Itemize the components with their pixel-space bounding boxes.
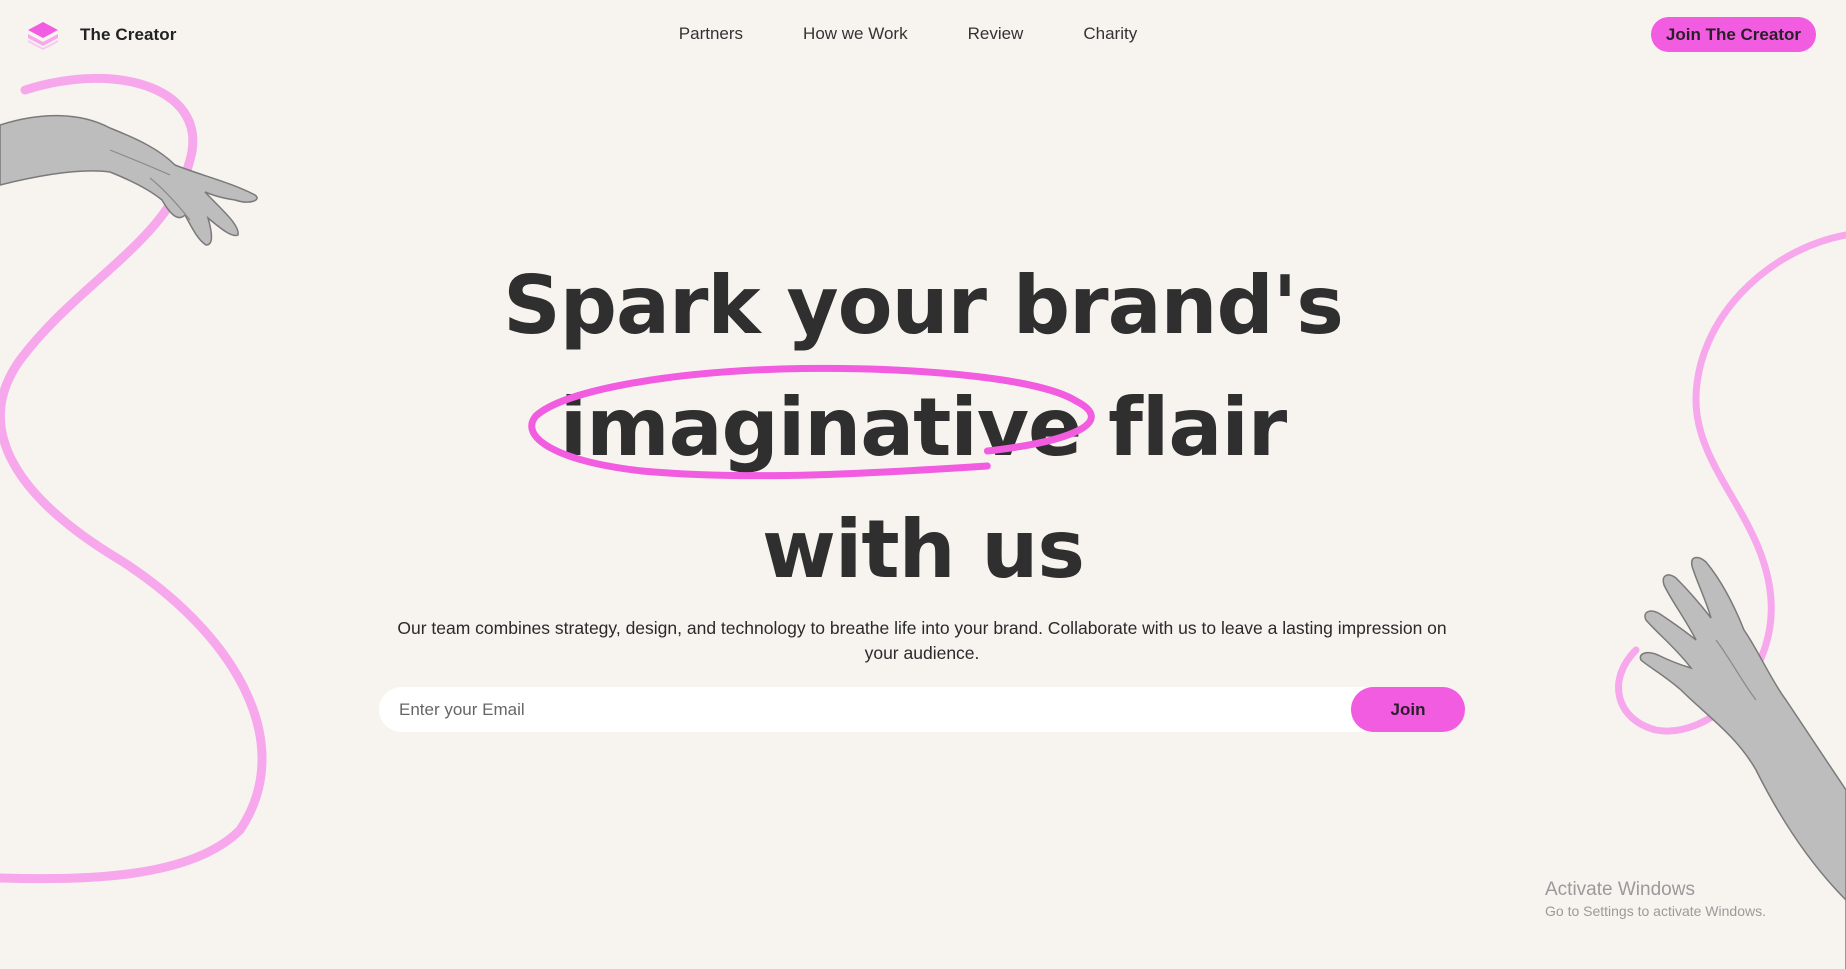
watermark-subtitle: Go to Settings to activate Windows.: [1545, 903, 1766, 919]
headline-line-1: Spark your brand's: [503, 259, 1344, 352]
nav-item-partners[interactable]: Partners: [679, 22, 743, 46]
highlight-word: imaginative: [559, 381, 1082, 474]
hero-headline: Spark your brand's imaginative flair wit…: [0, 245, 1846, 611]
landing-page: The Creator Partners How we Work Review …: [0, 0, 1846, 969]
highlight-word-wrap: imaginative: [528, 364, 1095, 489]
hero-subtext: Our team combines strategy, design, and …: [397, 618, 1447, 663]
headline-line-2-rest: flair: [1108, 381, 1287, 474]
email-input[interactable]: [379, 687, 1351, 732]
nav-item-charity[interactable]: Charity: [1083, 22, 1137, 46]
watermark-title: Activate Windows: [1545, 879, 1695, 900]
top-navbar: The Creator Partners How we Work Review …: [0, 0, 1846, 68]
nav-item-review[interactable]: Review: [968, 22, 1024, 46]
windows-activation-watermark: Activate Windows Go to Settings to activ…: [1545, 878, 1766, 920]
join-button[interactable]: Join: [1351, 687, 1465, 732]
headline-line-3: with us: [762, 503, 1085, 596]
join-the-creator-button[interactable]: Join The Creator: [1650, 17, 1816, 52]
hero-section: Spark your brand's imaginative flair wit…: [0, 245, 1846, 611]
nav-item-how-we-work[interactable]: How we Work: [803, 22, 908, 46]
main-nav: Partners How we Work Review Charity: [0, 22, 1846, 46]
email-signup-form: Join: [379, 687, 1465, 732]
headline-line-2: imaginative flair: [0, 364, 1846, 489]
left-hand-icon: [0, 114, 258, 246]
